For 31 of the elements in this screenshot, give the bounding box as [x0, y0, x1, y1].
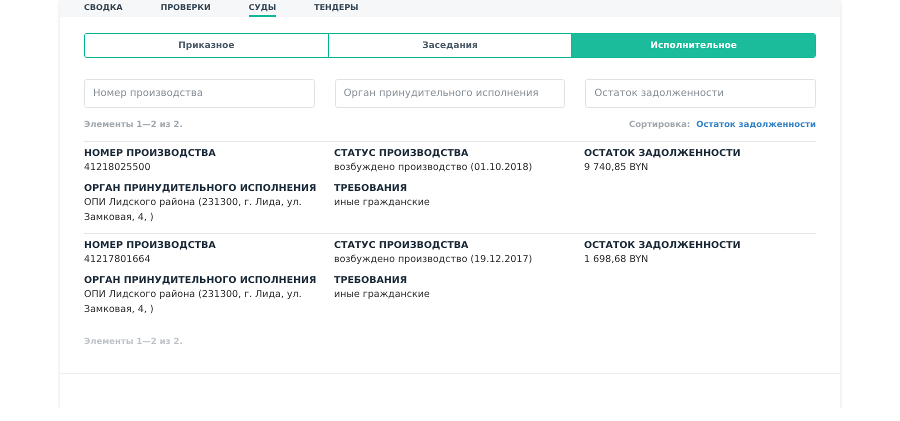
field-value: иные гражданские [334, 288, 431, 302]
sort-link[interactable]: Остаток задолженности [696, 120, 816, 130]
field-label: СТАТУС ПРОИЗВОДСТВА [334, 239, 470, 252]
section-tab[interactable]: СВОДКА [84, 3, 123, 17]
filter-field[interactable]: Орган принудительного исполнения [334, 79, 566, 108]
field-label: ОСТАТОК ЗАДОЛЖЕННОСТИ [584, 147, 742, 160]
field-value: иные гражданские [334, 196, 431, 210]
field-value: ОПИ Лидского района (231300, г. Лида, ул. Замковая, 4, ) [84, 196, 303, 225]
field-value: ОПИ Лидского района (231300, г. Лида, ул. Замковая, 4, ) [84, 288, 303, 317]
section-tab[interactable]: ПРОВЕРКИ [160, 3, 211, 17]
field-value: 9 740,85 BYN [584, 161, 650, 175]
field-label: ОСТАТОК ЗАДОЛЖЕННОСТИ [584, 239, 742, 252]
section-tab[interactable]: ТЕНДЕРЫ [314, 3, 358, 17]
item-count: Элементы 1—2 из 2. [84, 120, 183, 130]
field-value: 1 698,68 BYN [584, 253, 650, 267]
field-label: НОМЕР ПРОИЗВОДСТВА [84, 239, 217, 252]
field-label: ОРГАН ПРИНУДИТЕЛЬНОГО ИСПОЛНЕНИЯ [84, 182, 318, 195]
field-value: 41217801664 [84, 253, 152, 267]
field-label: ТРЕБОВАНИЯ [334, 274, 408, 287]
field-value: возбуждено производство (19.12.2017) [334, 253, 534, 267]
sort-label: Сортировка: [628, 120, 690, 130]
field-value: 41218025500 [84, 161, 152, 175]
field-label: СТАТУС ПРОИЗВОДСТВА [334, 147, 470, 160]
item-count: Элементы 1—2 из 2. [84, 337, 184, 347]
field-label: ТРЕБОВАНИЯ [334, 182, 408, 195]
field-label: НОМЕР ПРОИЗВОДСТВА [84, 147, 217, 160]
filter-field[interactable]: Остаток задолженности [585, 79, 816, 108]
field-label: ОРГАН ПРИНУДИТЕЛЬНОГО ИСПОЛНЕНИЯ [84, 274, 318, 287]
filter-field[interactable]: Номер производства [84, 79, 315, 108]
section-tab[interactable]: СУДЫ [248, 3, 276, 17]
field-value: возбуждено производство (01.10.2018) [334, 161, 534, 175]
